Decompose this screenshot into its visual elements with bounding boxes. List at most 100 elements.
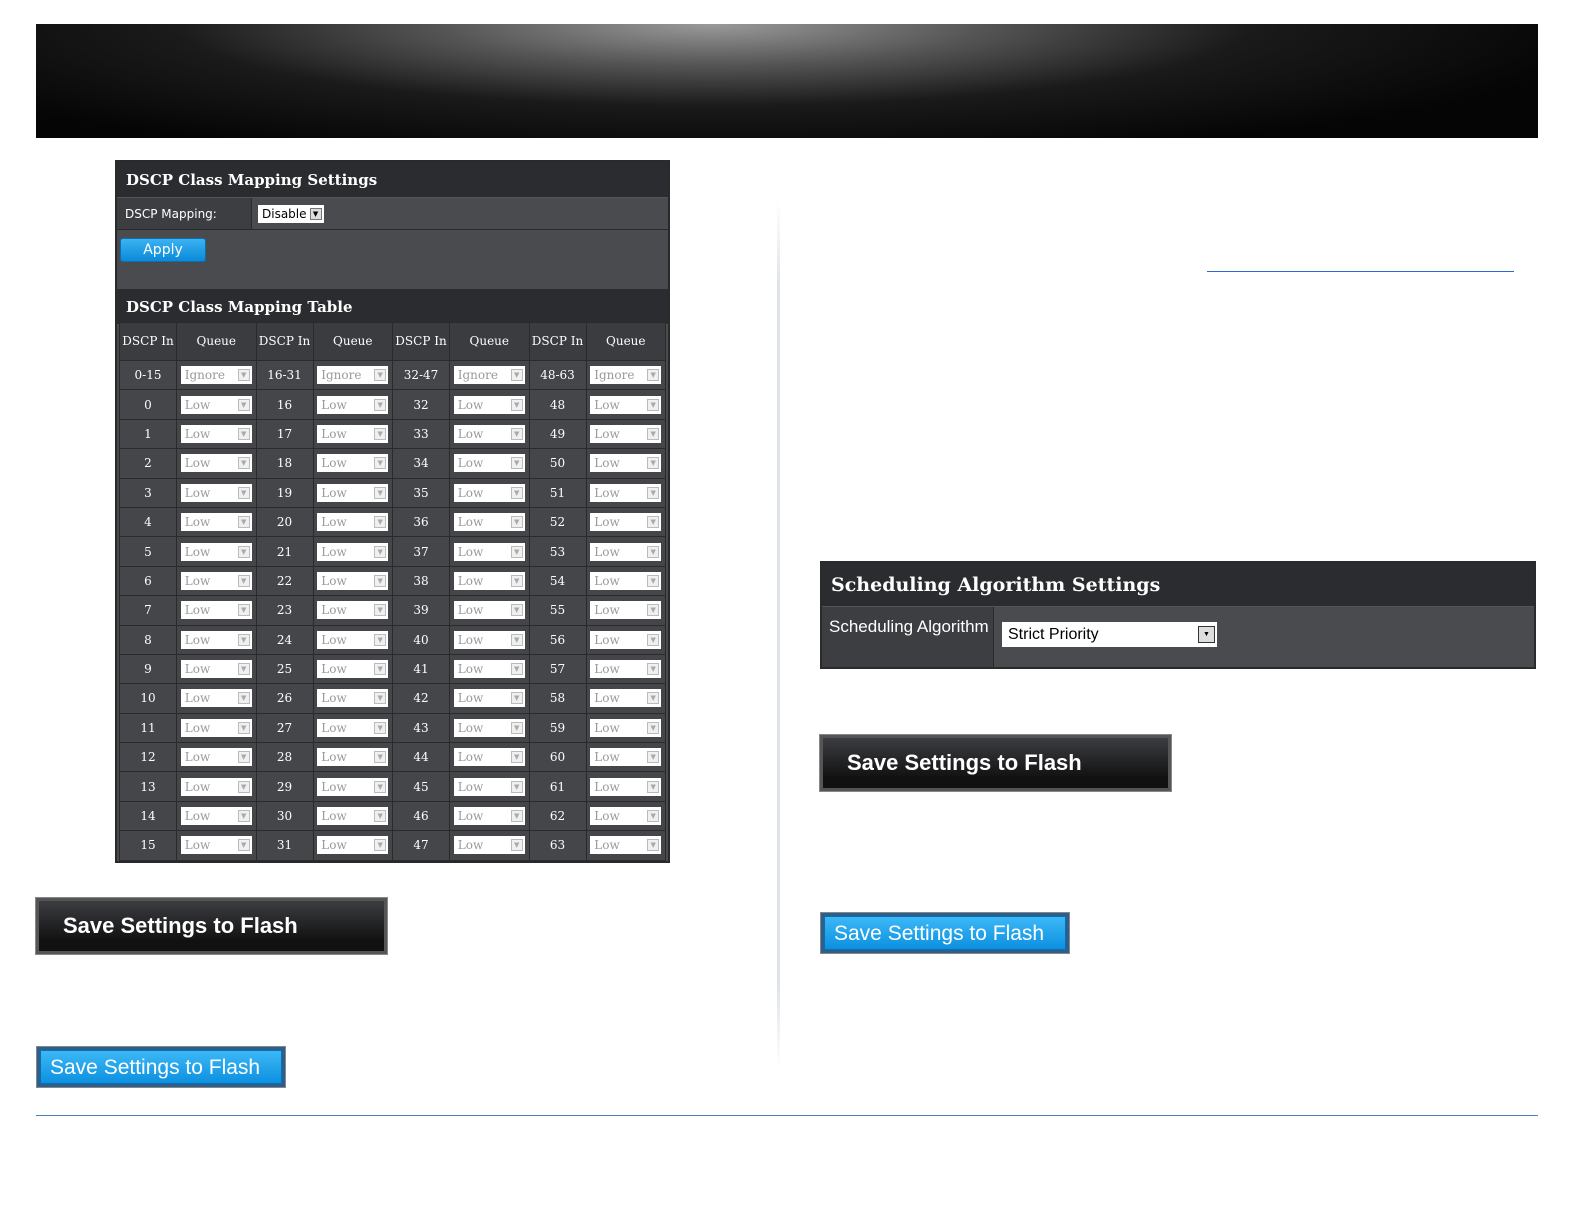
queue-select[interactable]: Ignore ▼ xyxy=(180,366,252,385)
queue-select[interactable]: Low ▼ xyxy=(317,571,389,590)
dscp-value: 9 xyxy=(119,653,177,685)
queue-select[interactable]: Low ▼ xyxy=(453,513,525,532)
table-row: 12 Low ▼ 28 Low ▼ 44 Low ▼ 60 Low ▼ xyxy=(119,742,666,773)
queue-select[interactable]: Low ▼ xyxy=(180,454,252,473)
queue-select[interactable]: Low ▼ xyxy=(180,748,252,767)
queue-select[interactable]: Low ▼ xyxy=(453,748,525,767)
chevron-down-icon: ▼ xyxy=(647,751,660,764)
queue-select[interactable]: Low ▼ xyxy=(180,395,252,414)
apply-button[interactable]: Apply xyxy=(120,238,206,262)
chevron-down-icon: ▼ xyxy=(647,839,660,852)
queue-select[interactable]: Low ▼ xyxy=(317,454,389,473)
scheduling-algorithm-select[interactable]: Strict Priority ▼ xyxy=(1002,622,1217,647)
queue-select[interactable]: Low ▼ xyxy=(180,571,252,590)
queue-select[interactable]: Low ▼ xyxy=(590,748,662,767)
queue-select[interactable]: Low ▼ xyxy=(590,424,662,443)
queue-select[interactable]: Low ▼ xyxy=(590,836,662,855)
dscp-value: 56 xyxy=(528,624,587,655)
chevron-down-icon: ▼ xyxy=(237,574,250,587)
table-row-range: 0-15 Ignore ▼ 16-31 Ignore ▼ 32-47 Ignore ▼ 48-63… xyxy=(119,359,666,391)
queue-select[interactable]: Low ▼ xyxy=(590,689,662,708)
queue-select[interactable]: Low ▼ xyxy=(180,513,252,532)
queue-select[interactable]: Low ▼ xyxy=(453,660,525,679)
queue-select[interactable]: Low ▼ xyxy=(453,542,525,561)
queue-select[interactable]: Low ▼ xyxy=(317,836,389,855)
queue-select[interactable]: Low ▼ xyxy=(180,630,252,649)
save-settings-flash-button-blue[interactable]: Save Settings to Flash xyxy=(36,1046,286,1088)
queue-select[interactable]: Low ▼ xyxy=(453,718,525,737)
hyperlink-underline[interactable] xyxy=(1207,271,1514,272)
queue-select[interactable]: Low ▼ xyxy=(590,807,662,826)
save-settings-flash-button-blue[interactable]: Save Settings to Flash xyxy=(820,912,1070,954)
queue-select[interactable]: Low ▼ xyxy=(317,424,389,443)
dscp-in-header: DSCP In xyxy=(528,322,587,361)
dscp-value: 12 xyxy=(119,742,177,773)
queue-select[interactable]: Low ▼ xyxy=(453,689,525,708)
queue-select[interactable]: Low ▼ xyxy=(317,777,389,796)
chevron-down-icon: ▼ xyxy=(510,810,523,823)
queue-select[interactable]: Low ▼ xyxy=(453,836,525,855)
queue-select[interactable]: Low ▼ xyxy=(180,836,252,855)
queue-select[interactable]: Ignore ▼ xyxy=(590,366,662,385)
queue-select[interactable]: Low ▼ xyxy=(453,777,525,796)
queue-select[interactable]: Low ▼ xyxy=(590,777,662,796)
queue-select[interactable]: Low ▼ xyxy=(317,395,389,414)
queue-select[interactable]: Low ▼ xyxy=(590,513,662,532)
chevron-down-icon: ▼ xyxy=(374,457,387,470)
queue-select[interactable]: Low ▼ xyxy=(453,630,525,649)
queue-select[interactable]: Low ▼ xyxy=(590,601,662,620)
queue-select[interactable]: Ignore ▼ xyxy=(453,366,525,385)
queue-select[interactable]: Low ▼ xyxy=(317,660,389,679)
queue-select[interactable]: Low ▼ xyxy=(317,542,389,561)
chevron-down-icon: ▼ xyxy=(374,839,387,852)
queue-select[interactable]: Low ▼ xyxy=(453,571,525,590)
queue-select[interactable]: Low ▼ xyxy=(317,807,389,826)
chevron-down-icon: ▼ xyxy=(374,780,387,793)
queue-select[interactable]: Low ▼ xyxy=(317,718,389,737)
queue-select[interactable]: Low ▼ xyxy=(180,424,252,443)
queue-select[interactable]: Low ▼ xyxy=(590,395,662,414)
queue-select[interactable]: Low ▼ xyxy=(317,601,389,620)
dscp-value: 18 xyxy=(255,448,314,479)
queue-select[interactable]: Low ▼ xyxy=(453,483,525,502)
queue-select[interactable]: Low ▼ xyxy=(180,660,252,679)
queue-select[interactable]: Low ▼ xyxy=(180,483,252,502)
queue-select[interactable]: Low ▼ xyxy=(590,454,662,473)
queue-select[interactable]: Low ▼ xyxy=(453,424,525,443)
queue-select[interactable]: Low ▼ xyxy=(317,513,389,532)
chevron-down-icon: ▼ xyxy=(510,516,523,529)
dscp-value: 62 xyxy=(528,800,587,832)
dscp-mapping-select[interactable]: Disable ▼ xyxy=(258,205,324,223)
queue-select[interactable]: Low ▼ xyxy=(180,718,252,737)
queue-select[interactable]: Low ▼ xyxy=(180,777,252,796)
queue-select[interactable]: Low ▼ xyxy=(590,630,662,649)
queue-select[interactable]: Low ▼ xyxy=(317,689,389,708)
dscp-value: 19 xyxy=(255,477,314,508)
queue-select[interactable]: Low ▼ xyxy=(590,571,662,590)
queue-select[interactable]: Low ▼ xyxy=(317,483,389,502)
queue-select[interactable]: Low ▼ xyxy=(453,454,525,473)
queue-select[interactable]: Low ▼ xyxy=(453,601,525,620)
queue-select[interactable]: Low ▼ xyxy=(590,483,662,502)
queue-select[interactable]: Ignore ▼ xyxy=(317,366,389,385)
save-settings-flash-button[interactable]: Save Settings to Flash xyxy=(35,897,388,955)
dscp-value: 8 xyxy=(119,624,177,655)
queue-select[interactable]: Low ▼ xyxy=(317,630,389,649)
queue-select[interactable]: Low ▼ xyxy=(317,748,389,767)
dscp-value: 30 xyxy=(255,800,314,832)
chevron-down-icon: ▼ xyxy=(237,457,250,470)
queue-select[interactable]: Low ▼ xyxy=(590,660,662,679)
dscp-value: 58 xyxy=(528,683,587,714)
queue-select[interactable]: Low ▼ xyxy=(180,542,252,561)
queue-select[interactable]: Low ▼ xyxy=(453,395,525,414)
queue-select[interactable]: Low ▼ xyxy=(453,807,525,826)
chevron-down-icon: ▼ xyxy=(647,663,660,676)
queue-select[interactable]: Low ▼ xyxy=(590,718,662,737)
queue-select[interactable]: Low ▼ xyxy=(180,689,252,708)
queue-select[interactable]: Low ▼ xyxy=(180,807,252,826)
dscp-range: 16-31 xyxy=(255,359,314,391)
queue-select[interactable]: Low ▼ xyxy=(590,542,662,561)
save-settings-flash-button[interactable]: Save Settings to Flash xyxy=(819,734,1172,792)
chevron-down-icon: ▼ xyxy=(647,574,660,587)
queue-select[interactable]: Low ▼ xyxy=(180,601,252,620)
